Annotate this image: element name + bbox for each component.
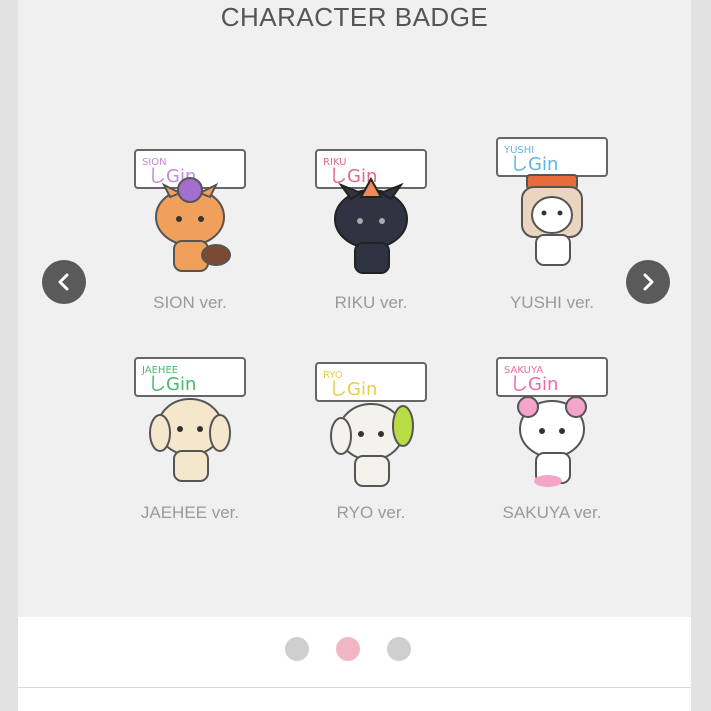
pagination-dot-3[interactable] [387, 637, 411, 661]
badge-label: JAEHEE ver. [140, 503, 240, 522]
badge-item-riku[interactable]: RIKU しGin RIKU ver. [291, 145, 451, 345]
badge-image-yushi: YUSHI しGin [496, 137, 608, 266]
badge-image-jaehee: JAEHEE しGin [134, 357, 246, 482]
bottom-strip [18, 688, 691, 711]
badge-image-sion: SION しGin [134, 149, 246, 272]
svg-text:しGin: しGin [510, 154, 558, 175]
badge-image-ryo: RYO しGin [315, 362, 427, 487]
badge-label: SION ver. [153, 293, 227, 312]
chevron-left-icon [58, 273, 69, 291]
badge-image-sakuya: SAKUYA しGin [496, 357, 608, 487]
prev-button[interactable] [42, 260, 86, 304]
badge-label: RIKU ver. [334, 293, 408, 312]
svg-text:しGin: しGin [510, 374, 558, 395]
badge-item-sakuya[interactable]: SAKUYA しGin SAKUYA ver. [472, 355, 632, 555]
badge-image-riku: RIKU しGin [315, 149, 427, 274]
badge-label: SAKUYA ver. [502, 503, 602, 522]
badge-carousel: SION しGin SION ver. RIKU しGin RIKU ver. … [18, 0, 691, 600]
badge-label: YUSHI ver. [509, 293, 595, 312]
badge-label: RYO ver. [336, 503, 406, 522]
product-panel: CHARACTER BADGE SION しGin SION ver. RIKU [18, 0, 691, 711]
badge-item-sion[interactable]: SION しGin SION ver. [110, 145, 270, 345]
badge-item-yushi[interactable]: YUSHI しGin YUSHI ver. [472, 135, 632, 335]
pagination-dot-2[interactable] [336, 637, 360, 661]
badge-item-ryo[interactable]: RYO しGin RYO ver. [291, 360, 451, 560]
svg-text:しGin: しGin [148, 374, 196, 395]
next-button[interactable] [626, 260, 670, 304]
badge-item-jaehee[interactable]: JAEHEE しGin JAEHEE ver. [110, 355, 270, 555]
pagination [18, 617, 691, 688]
pagination-dot-1[interactable] [285, 637, 309, 661]
chevron-right-icon [643, 273, 654, 291]
svg-text:しGin: しGin [329, 379, 377, 400]
